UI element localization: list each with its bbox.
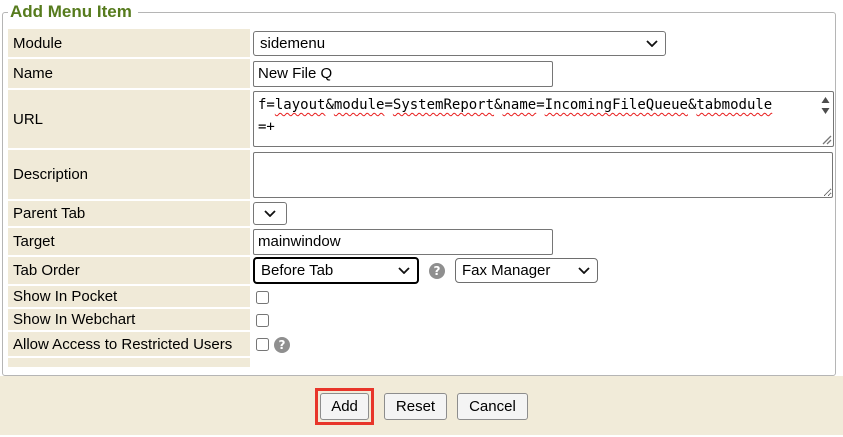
form-table: Module sidemenu Name URL f=layout&module…	[6, 27, 832, 369]
field-label-parent-tab: Parent Tab	[8, 201, 250, 226]
field-label-target: Target	[8, 228, 250, 255]
field-label-show-in-pocket: Show In Pocket	[8, 286, 250, 307]
spacer-cell	[8, 358, 250, 367]
add-button[interactable]: Add	[320, 393, 369, 420]
tab-order-select[interactable]: Before Tab	[253, 257, 419, 284]
field-label-module: Module	[8, 29, 250, 57]
field-label-url: URL	[8, 90, 250, 148]
field-label-name: Name	[8, 59, 250, 88]
target-input[interactable]	[253, 229, 553, 255]
cancel-button[interactable]: Cancel	[457, 393, 528, 420]
url-textarea[interactable]: f=layout&module=SystemReport&name=Incomi…	[253, 91, 834, 147]
reset-button[interactable]: Reset	[384, 393, 447, 420]
tab-order-target-value: Fax Manager	[462, 262, 550, 279]
description-textarea[interactable]	[253, 152, 833, 198]
chevron-down-icon	[264, 210, 276, 217]
parent-tab-select[interactable]	[253, 202, 287, 225]
allow-restricted-checkbox[interactable]	[256, 338, 269, 351]
field-label-allow-restricted: Allow Access to Restricted Users	[8, 332, 250, 356]
add-menu-item-panel: Add Menu Item Module sidemenu Name URL	[2, 2, 836, 376]
name-input[interactable]	[253, 61, 553, 87]
field-label-tab-order: Tab Order	[8, 257, 250, 284]
resize-grip-icon[interactable]	[821, 134, 832, 145]
button-bar: Add Reset Cancel	[0, 376, 843, 435]
panel-title: Add Menu Item	[8, 2, 138, 22]
field-label-show-in-webchart: Show In Webchart	[8, 309, 250, 330]
tab-order-select-value: Before Tab	[261, 262, 333, 279]
chevron-down-icon	[646, 40, 658, 47]
tab-order-target-select[interactable]: Fax Manager	[455, 258, 598, 283]
chevron-down-icon	[578, 267, 590, 274]
chevron-down-icon	[398, 267, 410, 274]
show-in-pocket-checkbox[interactable]	[256, 291, 269, 304]
module-select[interactable]: sidemenu	[253, 31, 666, 56]
module-select-value: sidemenu	[260, 35, 325, 52]
scroll-up-icon[interactable]	[821, 96, 830, 104]
help-icon[interactable]: ?	[429, 263, 445, 279]
help-icon[interactable]: ?	[274, 337, 290, 353]
show-in-webchart-checkbox[interactable]	[256, 314, 269, 327]
url-textarea-text: f=layout&module=SystemReport&name=Incomi…	[258, 94, 773, 138]
add-button-annotation: Add	[315, 388, 374, 425]
field-label-description: Description	[8, 150, 250, 199]
scroll-down-icon[interactable]	[821, 107, 830, 115]
